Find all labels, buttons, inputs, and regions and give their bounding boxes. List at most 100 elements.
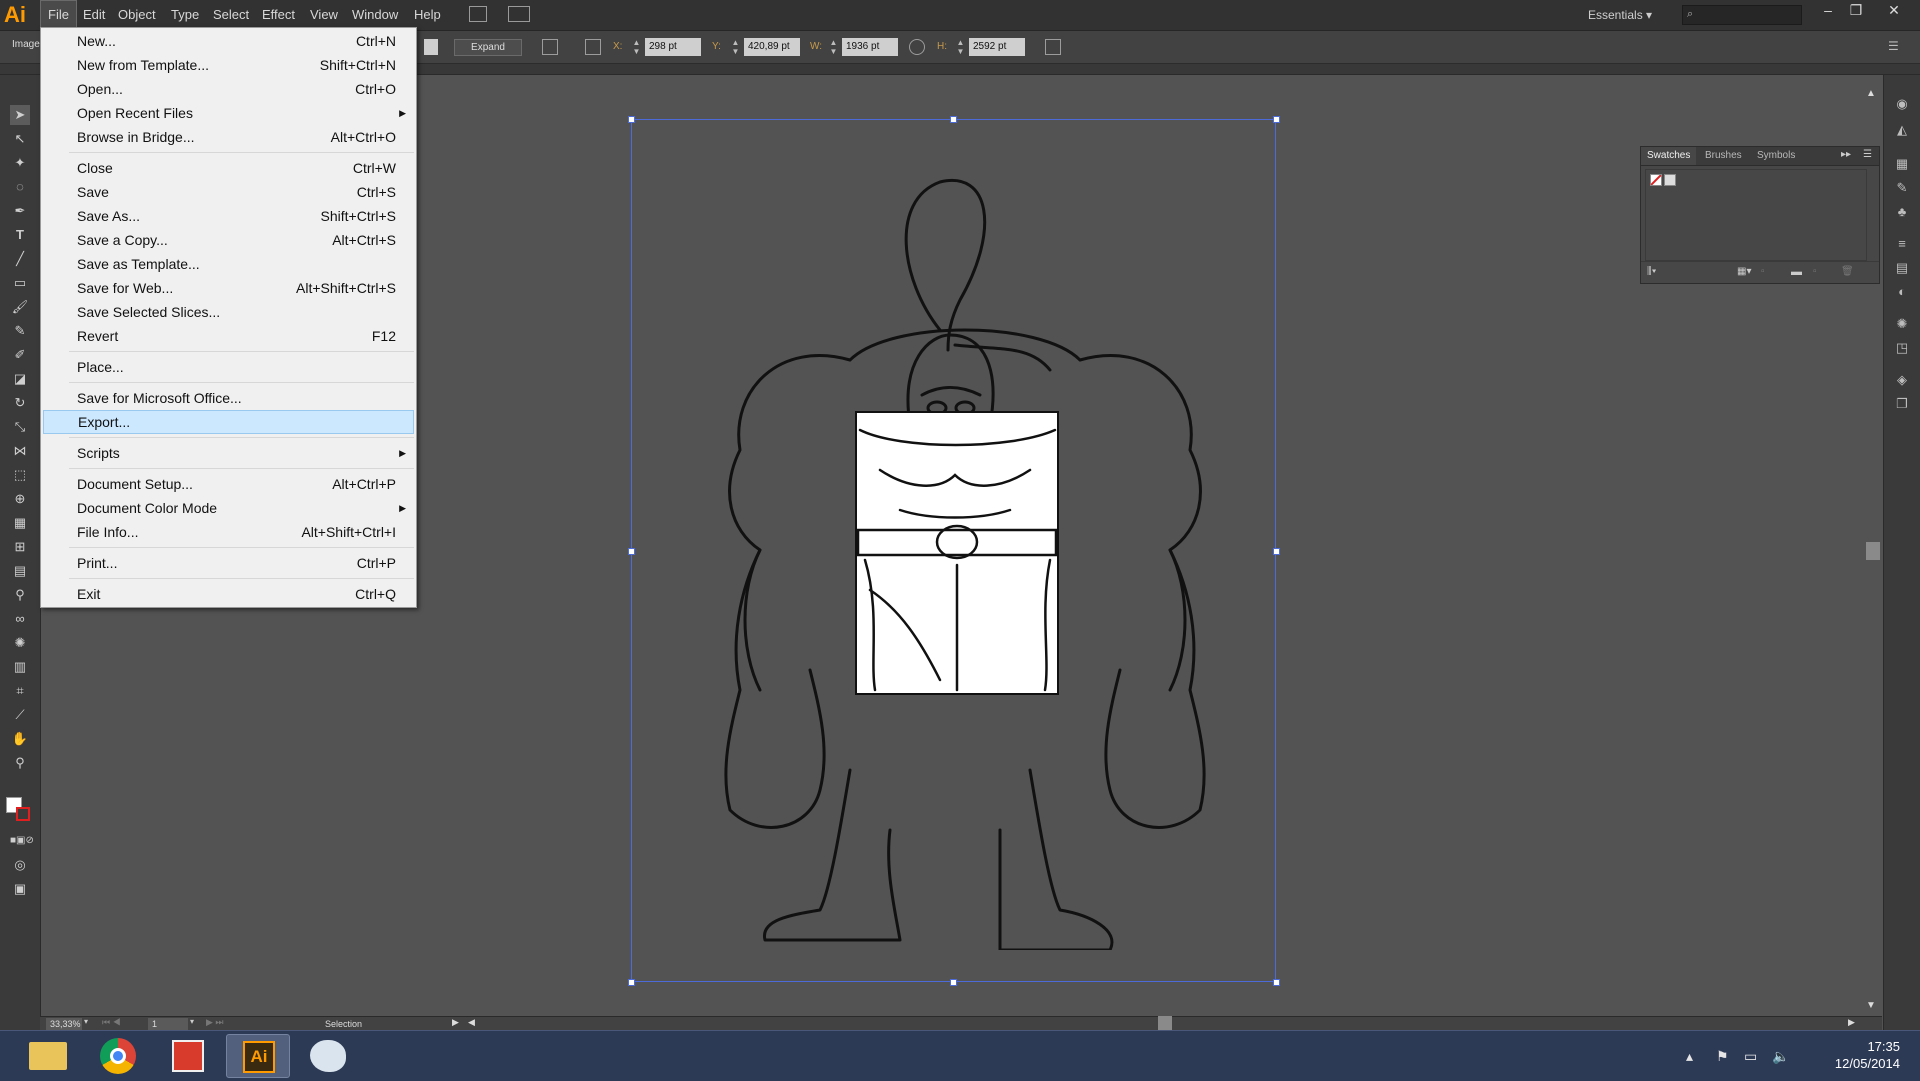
menu-item-document-color-mode[interactable]: Document Color Mode ▶ (43, 496, 414, 520)
blob-brush-tool-icon[interactable]: ✐ (10, 345, 30, 365)
none-swatch-icon[interactable] (1650, 174, 1662, 186)
arrange-documents-icon[interactable] (508, 6, 530, 22)
layers-panel-icon[interactable]: ◈ (1893, 371, 1911, 389)
free-transform-tool-icon[interactable]: ⬚ (10, 465, 30, 485)
w-stepper[interactable]: ▲ ▼ (829, 38, 838, 56)
menu-item-save[interactable]: Save Ctrl+S (43, 180, 414, 204)
menu-help[interactable]: Help (407, 0, 448, 30)
collapse-panel-icon[interactable]: ▸▸ (1841, 149, 1851, 160)
menu-item-scripts[interactable]: Scripts ▶ (43, 441, 414, 465)
menu-item-open-recent-files[interactable]: Open Recent Files ▶ (43, 101, 414, 125)
menu-item-exit[interactable]: Exit Ctrl+Q (43, 582, 414, 606)
menu-item-save-for-microsoft-office[interactable]: Save for Microsoft Office... (43, 386, 414, 410)
restore-icon[interactable]: ❐ (1840, 0, 1872, 22)
new-swatch-icon[interactable]: ▫ (1813, 266, 1817, 277)
menu-window[interactable]: Window (345, 0, 405, 30)
selection-handle[interactable] (950, 116, 957, 123)
show-swatch-kinds-icon[interactable]: ▦▾ (1737, 266, 1751, 277)
type-tool-icon[interactable]: T (10, 225, 30, 245)
menu-item-close[interactable]: Close Ctrl+W (43, 156, 414, 180)
appearance-panel-icon[interactable]: ✺ (1893, 315, 1911, 333)
graphic-styles-icon[interactable]: ◳ (1893, 339, 1911, 357)
menu-item-open[interactable]: Open... Ctrl+O (43, 77, 414, 101)
paint-icon[interactable] (296, 1034, 360, 1078)
h-stepper[interactable]: ▲ ▼ (956, 38, 965, 56)
x-field[interactable]: 298 pt (645, 38, 701, 56)
menu-item-new[interactable]: New... Ctrl+N (43, 29, 414, 53)
swatch-options-icon[interactable]: ▫ (1761, 266, 1765, 277)
pencil-tool-icon[interactable]: ✎ (10, 321, 30, 341)
pen-tool-icon[interactable]: ✒ (10, 201, 30, 221)
artboard-number-field[interactable]: 1 (148, 1018, 188, 1030)
new-color-group-icon[interactable]: ▬ (1791, 266, 1802, 278)
rectangle-tool-icon[interactable]: ▭ (10, 273, 30, 293)
dropdown-chevron-icon[interactable] (424, 39, 438, 55)
width-tool-icon[interactable]: ⋈ (10, 441, 30, 461)
network-icon[interactable]: ▭ (1744, 1047, 1757, 1065)
menu-file[interactable]: File (40, 0, 77, 29)
color-guide-icon[interactable]: ◭ (1893, 121, 1911, 139)
mesh-tool-icon[interactable]: ⊞ (10, 537, 30, 557)
menu-item-print[interactable]: Print... Ctrl+P (43, 551, 414, 575)
menu-item-document-setup[interactable]: Document Setup... Alt+Ctrl+P (43, 472, 414, 496)
artboards-panel-icon[interactable]: ❐ (1893, 395, 1911, 413)
y-stepper[interactable]: ▲ ▼ (731, 38, 740, 56)
menu-item-new-from-template[interactable]: New from Template... Shift+Ctrl+N (43, 53, 414, 77)
rotate-tool-icon[interactable]: ↻ (10, 393, 30, 413)
zoom-tool-icon[interactable]: ⚲ (10, 753, 30, 773)
blend-tool-icon[interactable]: ∞ (10, 609, 30, 629)
slice-tool-icon[interactable]: ⟋ (10, 705, 30, 725)
action-center-flag-icon[interactable]: ⚑ (1716, 1047, 1729, 1065)
paintbrush-tool-icon[interactable]: 🖌 (10, 297, 30, 317)
constrain-proportions-icon[interactable] (909, 39, 925, 55)
menu-item-save-as-template[interactable]: Save as Template... (43, 252, 414, 276)
zoom-field[interactable]: 33,33% (46, 1018, 82, 1030)
tab-symbols[interactable]: Symbols (1751, 147, 1801, 165)
perspective-grid-tool-icon[interactable]: ▦ (10, 513, 30, 533)
system-clock[interactable]: 17:35 12/05/2014 (1800, 1038, 1900, 1072)
tab-swatches[interactable]: Swatches (1641, 147, 1697, 165)
h-field[interactable]: 2592 pt (969, 38, 1025, 56)
panel-menu-icon[interactable]: ☰ (1863, 149, 1872, 160)
menu-item-revert[interactable]: Revert F12 (43, 324, 414, 348)
volume-icon[interactable]: 🔈 (1772, 1047, 1789, 1065)
stroke-swatch-icon[interactable] (16, 807, 30, 821)
acrobat-icon[interactable] (156, 1034, 220, 1078)
magic-wand-tool-icon[interactable]: ✦ (10, 153, 30, 173)
selection-handle[interactable] (628, 116, 635, 123)
menu-item-save-for-web[interactable]: Save for Web... Alt+Shift+Ctrl+S (43, 276, 414, 300)
control-panel-menu-icon[interactable]: ☰ (1888, 39, 1899, 53)
gradient-panel-icon[interactable]: ▤ (1893, 259, 1911, 277)
graph-tool-icon[interactable]: ▥ (10, 657, 30, 677)
hand-tool-icon[interactable]: ✋ (10, 729, 30, 749)
symbols-panel-icon[interactable]: ♣ (1893, 203, 1911, 221)
menu-type[interactable]: Type (164, 0, 206, 30)
eraser-tool-icon[interactable]: ◪ (10, 369, 30, 389)
workspace-switcher[interactable]: Essentials ▾ (1588, 0, 1652, 30)
search-input[interactable]: ⌕ (1682, 5, 1802, 25)
zoom-dropdown-icon[interactable]: ▾ (84, 1017, 88, 1026)
menu-item-save-a-copy[interactable]: Save a Copy... Alt+Ctrl+S (43, 228, 414, 252)
menu-item-export[interactable]: Export... (43, 410, 414, 434)
color-mode-icons[interactable]: ■▣⊘ (10, 831, 34, 851)
selection-handle[interactable] (628, 979, 635, 986)
menu-view[interactable]: View (303, 0, 345, 30)
scroll-up-icon[interactable]: ▲ (1866, 88, 1876, 99)
gradient-tool-icon[interactable]: ▤ (10, 561, 30, 581)
menu-object[interactable]: Object (111, 0, 163, 30)
expand-button[interactable]: Expand (454, 39, 522, 56)
x-stepper[interactable]: ▲ ▼ (632, 38, 641, 56)
y-field[interactable]: 420,89 pt (744, 38, 800, 56)
shape-builder-tool-icon[interactable]: ⊕ (10, 489, 30, 509)
registration-swatch-icon[interactable] (1664, 174, 1676, 186)
artboard-nav-last-icon[interactable]: ▶ ⏭ (206, 1017, 224, 1028)
eyedropper-tool-icon[interactable]: ⚲ (10, 585, 30, 605)
selection-handle[interactable] (628, 548, 635, 555)
status-menu-arrow-icon[interactable]: ▶ (452, 1017, 459, 1028)
menu-item-save-as[interactable]: Save As... Shift+Ctrl+S (43, 204, 414, 228)
artboard-dropdown-icon[interactable]: ▾ (190, 1017, 194, 1026)
w-field[interactable]: 1936 pt (842, 38, 898, 56)
selection-handle[interactable] (1273, 979, 1280, 986)
screen-mode-icon[interactable]: ▣ (10, 879, 30, 899)
menu-item-place[interactable]: Place... (43, 355, 414, 379)
